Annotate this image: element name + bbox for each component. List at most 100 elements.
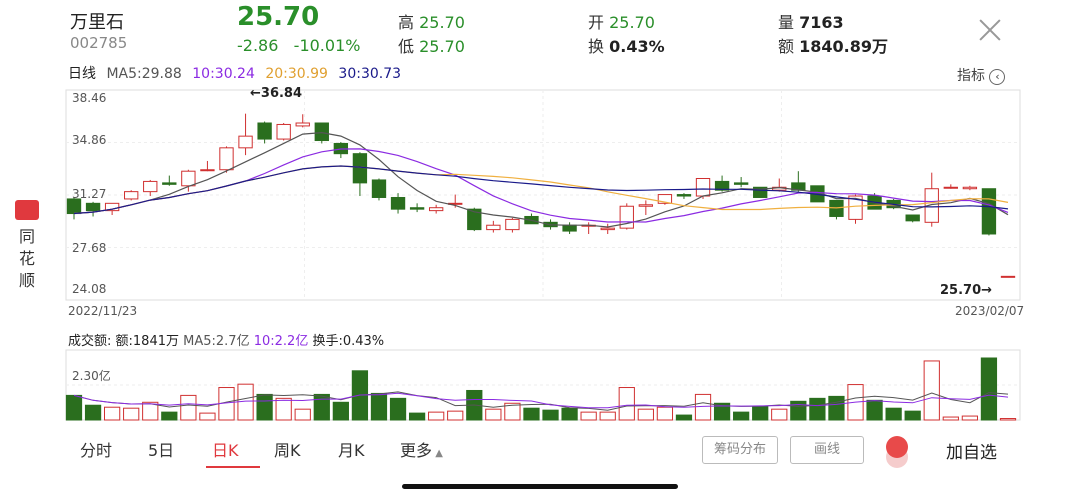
candle-body <box>257 122 272 140</box>
candle-body <box>143 180 158 193</box>
end-date: 2023/02/07 <box>955 304 1025 318</box>
tab-more[interactable]: 更多 ▲ <box>400 437 443 461</box>
tab-5day[interactable]: 5日 <box>148 437 174 461</box>
candle-body <box>638 204 654 207</box>
candle-body <box>390 196 406 210</box>
ma10-line <box>73 148 1009 223</box>
volume-bar <box>542 409 559 421</box>
candle-body <box>505 218 520 231</box>
volume-bar <box>428 411 445 421</box>
high-annotation: ←36.84 <box>250 86 303 101</box>
volume-bar <box>885 407 902 421</box>
volume-bar <box>408 412 426 421</box>
kline-chart[interactable] <box>0 0 1080 499</box>
ths-sidebar[interactable]: 同 花 顺 <box>12 200 42 292</box>
price-axis-label: 31.27 <box>72 187 107 201</box>
last-annotation: 25.70→ <box>940 283 993 298</box>
candle-body <box>371 179 387 198</box>
candle-body <box>733 182 749 185</box>
candle-body <box>562 224 577 232</box>
volume-axis-label: 2.30亿 <box>72 369 111 383</box>
volume-bar <box>904 410 921 421</box>
volume-bar <box>637 408 654 421</box>
volume-bar <box>332 401 349 421</box>
volume-bar <box>923 360 940 421</box>
candle-body <box>181 170 196 187</box>
volume-bar <box>65 394 83 421</box>
volume-bar <box>694 393 712 421</box>
volume-bar <box>103 406 121 421</box>
volume-bar <box>389 397 407 421</box>
candle-body <box>1000 275 1016 278</box>
candle-body <box>162 182 177 185</box>
volume-bar <box>675 414 693 421</box>
tab-intraday[interactable]: 分时 <box>80 437 112 461</box>
candle-body <box>409 207 425 210</box>
candle-body <box>314 122 329 142</box>
volume-bar <box>370 392 388 421</box>
candle-body <box>695 177 711 197</box>
caret-up-icon: ▲ <box>432 448 443 459</box>
volume-bar <box>123 407 140 421</box>
volume-bar <box>199 412 216 421</box>
add-watchlist-button[interactable]: 加自选 <box>946 438 997 463</box>
tab-daily[interactable]: 日K <box>212 437 239 461</box>
volume-bar <box>485 408 502 421</box>
volume-bar <box>961 415 979 421</box>
candle-body <box>428 207 444 212</box>
volume-bar <box>180 394 197 421</box>
ths-logo-icon <box>15 200 39 220</box>
candle-body <box>238 135 253 149</box>
candle-body <box>981 188 997 235</box>
candle-body <box>676 194 692 197</box>
volume-bar <box>752 405 769 421</box>
candle-body <box>276 123 291 140</box>
candle-body <box>905 214 920 222</box>
volume-bar <box>656 406 674 421</box>
volume-bar <box>599 411 616 421</box>
candle-body <box>486 224 501 231</box>
price-axis-label: 27.68 <box>72 241 107 255</box>
volume-bar <box>84 404 102 421</box>
candle-body <box>200 169 215 172</box>
volume-bar <box>733 411 750 421</box>
volume-bar <box>523 407 540 421</box>
candle-body <box>85 202 101 212</box>
candle-body <box>66 198 82 215</box>
volume-bar <box>980 357 998 421</box>
volume-bar <box>275 397 292 421</box>
volume-bar <box>161 411 178 421</box>
price-axis-label: 38.46 <box>72 91 107 105</box>
volume-bar <box>828 395 845 421</box>
volume-bar <box>866 399 883 421</box>
active-tab-indicator <box>206 466 260 468</box>
tab-weekly[interactable]: 周K <box>274 437 301 461</box>
tab-monthly[interactable]: 月K <box>338 437 365 461</box>
record-icon[interactable] <box>886 436 908 458</box>
candle-body <box>295 122 310 127</box>
candle-body <box>124 191 139 200</box>
volume-legend: 成交额: 额:1841万 MA5:2.7亿 10:2.2亿 换手:0.43% <box>68 334 385 349</box>
candle-body <box>962 186 978 190</box>
start-date: 2022/11/23 <box>68 304 138 318</box>
volume-bar <box>618 387 635 421</box>
volume-bar <box>809 397 826 421</box>
price-axis-label: 24.08 <box>72 282 107 296</box>
volume-bar <box>999 418 1017 421</box>
volume-bar <box>313 393 330 421</box>
volume-bar <box>561 407 578 421</box>
volume-bar <box>942 416 959 421</box>
candle-body <box>352 153 368 184</box>
home-indicator <box>402 484 678 489</box>
volume-bar <box>294 408 311 421</box>
volume-bar <box>447 410 464 421</box>
period-tabs: 分时 5日 日K 周K 月K 更多 ▲ <box>0 437 1080 468</box>
volume-bar <box>580 411 597 421</box>
volume-bar <box>771 408 788 421</box>
price-axis-label: 34.86 <box>72 133 107 147</box>
candle-body <box>600 227 615 231</box>
chip-distribution-button[interactable]: 筹码分布 <box>702 436 778 464</box>
candle-body <box>943 186 958 189</box>
volume-bar <box>256 393 273 421</box>
draw-line-button[interactable]: 画线 <box>790 436 864 464</box>
